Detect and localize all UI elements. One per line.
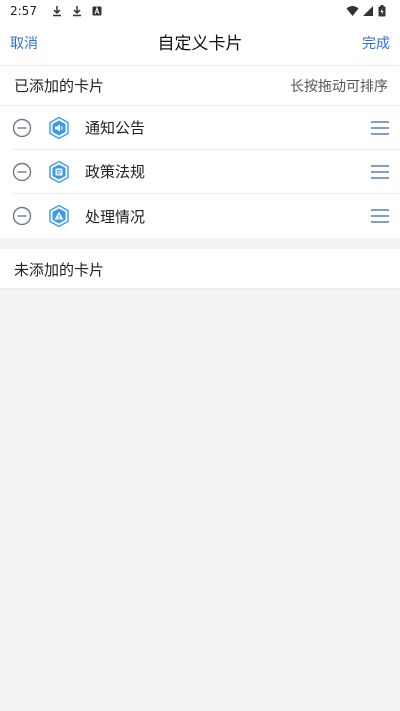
document-icon	[47, 160, 71, 184]
card-row-policy[interactable]: 政策法规	[12, 150, 400, 194]
download-icon	[51, 5, 63, 17]
remove-card-button[interactable]	[12, 162, 32, 182]
app-notification-icon	[91, 5, 103, 17]
unadded-cards-title: 未添加的卡片	[14, 260, 105, 279]
speaker-icon	[47, 116, 71, 140]
drag-handle-icon[interactable]	[370, 208, 390, 224]
wifi-icon	[346, 5, 359, 17]
minus-circle-icon[interactable]	[12, 118, 32, 138]
drag-handle-icon[interactable]	[370, 120, 390, 136]
drag-handle[interactable]	[370, 150, 390, 194]
added-cards-title: 已添加的卡片	[14, 77, 105, 95]
cellular-signal-icon	[362, 5, 374, 17]
unadded-cards-section: 未添加的卡片	[0, 249, 400, 289]
page-title: 自定义卡片	[157, 34, 243, 54]
added-cards-header: 已添加的卡片 长按拖动可排序	[0, 66, 400, 106]
card-label: 处理情况	[85, 207, 146, 226]
unadded-cards-header: 未添加的卡片	[0, 249, 400, 289]
card-row-notice[interactable]: 通知公告	[12, 106, 400, 150]
status-bar: 2:57	[0, 0, 400, 22]
cancel-button[interactable]: 取消	[10, 22, 38, 66]
card-row-handling[interactable]: 处理情况	[12, 194, 400, 238]
drag-handle-icon[interactable]	[370, 164, 390, 180]
section-divider	[0, 238, 400, 249]
drag-handle[interactable]	[370, 106, 390, 150]
nav-bar: 取消 自定义卡片 完成	[0, 22, 400, 66]
drag-handle[interactable]	[370, 194, 390, 238]
done-button[interactable]: 完成	[362, 22, 390, 66]
added-cards-section: 已添加的卡片 长按拖动可排序 通知公告 政策法规 处理情况	[0, 66, 400, 238]
sort-hint: 长按拖动可排序	[290, 78, 388, 95]
battery-icon	[378, 5, 390, 17]
remove-card-button[interactable]	[12, 118, 32, 138]
warning-icon	[47, 204, 71, 228]
download-icon	[71, 5, 83, 17]
remove-card-button[interactable]	[12, 206, 32, 226]
card-label: 政策法规	[85, 163, 146, 181]
status-time: 2:57	[10, 4, 37, 18]
minus-circle-icon[interactable]	[12, 206, 32, 226]
minus-circle-icon[interactable]	[12, 162, 32, 182]
card-label: 通知公告	[85, 119, 146, 137]
